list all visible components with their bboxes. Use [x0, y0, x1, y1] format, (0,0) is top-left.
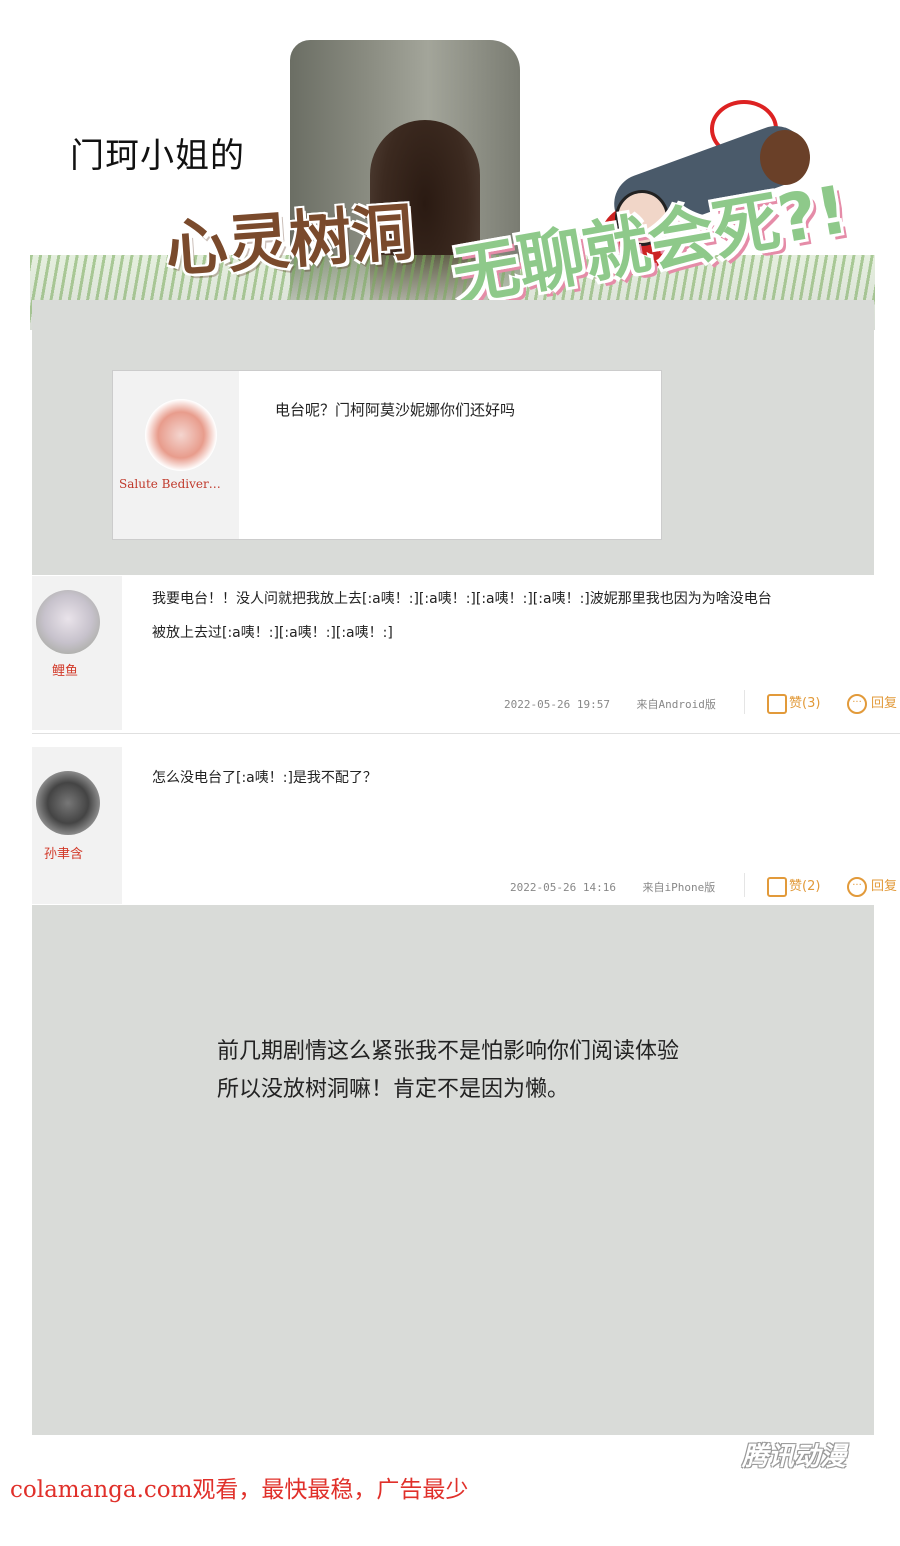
author-note-line: 前几期剧情这么紧张我不是怕影响你们阅读体验 — [217, 1039, 680, 1064]
comment-meta: 2022-05-26 19:57 来自Android版 — [504, 696, 716, 712]
comment-date: 2022-05-26 19:57 — [504, 698, 610, 711]
comment-text-line: 被放上去过[:a咦！:][:a咦！:][:a咦！:] — [152, 625, 393, 641]
banner-title-big: 心灵树洞 — [163, 195, 416, 286]
comment-item: 鲤鱼 我要电台！！没人问就把我放上去[:a咦！:][:a咦！:][:a咦！:][… — [32, 576, 900, 730]
avatar[interactable] — [145, 399, 217, 471]
thumbs-up-icon — [767, 693, 787, 714]
divider — [744, 873, 745, 897]
comment-date: 2022-05-26 14:16 — [510, 881, 616, 894]
reply-button[interactable]: ··· 回复 — [847, 692, 897, 714]
like-count: (2) — [802, 879, 821, 894]
comment-divider — [32, 733, 900, 734]
comment-text-line: 我要电台！！没人问就把我放上去[:a咦！:][:a咦！:][:a咦！:][:a咦… — [152, 591, 772, 607]
banner-title-small: 门珂小姐的 — [70, 136, 245, 176]
author-note-line: 所以没放树洞嘛！肯定不是因为懒。 — [217, 1077, 570, 1102]
thumbs-up-icon — [767, 876, 787, 897]
quoted-comment-card: Salute Bediver… 电台呢？门柯阿莫沙妮娜你们还好吗 — [112, 370, 662, 540]
like-label: 赞 — [789, 879, 803, 894]
reply-button[interactable]: ··· 回复 — [847, 875, 897, 897]
comment-sidebar: 鲤鱼 — [32, 576, 122, 730]
footer-site-text: colamanga.com观看，最快最稳，广告最少 — [10, 1477, 469, 1503]
comment-text: 我要电台！！没人问就把我放上去[:a咦！:][:a咦！:][:a咦！:][:a咦… — [152, 582, 892, 650]
like-button[interactable]: 赞(3) — [767, 692, 820, 714]
divider — [744, 690, 745, 714]
publisher-watermark: 腾讯动漫 — [742, 1442, 847, 1472]
comment-source: 来自Android版 — [636, 698, 716, 711]
comment-meta: 2022-05-26 14:16 来自iPhone版 — [510, 879, 715, 895]
quoted-username[interactable]: Salute Bediver… — [119, 477, 221, 491]
comment-sidebar: 孙聿含 — [32, 747, 122, 904]
like-count: (3) — [802, 696, 821, 711]
comment-text-line: 怎么没电台了[:a咦！:]是我不配了？ — [152, 770, 377, 786]
comment-source: 来自iPhone版 — [642, 881, 716, 894]
reply-label: 回复 — [871, 696, 898, 711]
reply-label: 回复 — [871, 879, 898, 894]
comment-text: 怎么没电台了[:a咦！:]是我不配了？ — [152, 761, 892, 795]
comment-bubble-icon: ··· — [847, 876, 867, 897]
avatar[interactable] — [36, 590, 100, 654]
comment-bubble-icon: ··· — [847, 693, 867, 714]
comment-username[interactable]: 鲤鱼 — [52, 660, 78, 679]
like-label: 赞 — [789, 696, 803, 711]
comment-item: 孙聿含 怎么没电台了[:a咦！:]是我不配了？ 2022-05-26 14:16… — [32, 747, 900, 904]
quoted-comment-text: 电台呢？门柯阿莫沙妮娜你们还好吗 — [275, 401, 516, 419]
author-note: 前几期剧情这么紧张我不是怕影响你们阅读体验 所以没放树洞嘛！肯定不是因为懒。 — [217, 1033, 679, 1109]
comment-username[interactable]: 孙聿含 — [44, 843, 83, 862]
avatar[interactable] — [36, 771, 100, 835]
like-button[interactable]: 赞(2) — [767, 875, 820, 897]
note-panel: 前几期剧情这么紧张我不是怕影响你们阅读体验 所以没放树洞嘛！肯定不是因为懒。 — [32, 905, 874, 1435]
quoted-comment-sidebar: Salute Bediver… — [113, 371, 239, 539]
